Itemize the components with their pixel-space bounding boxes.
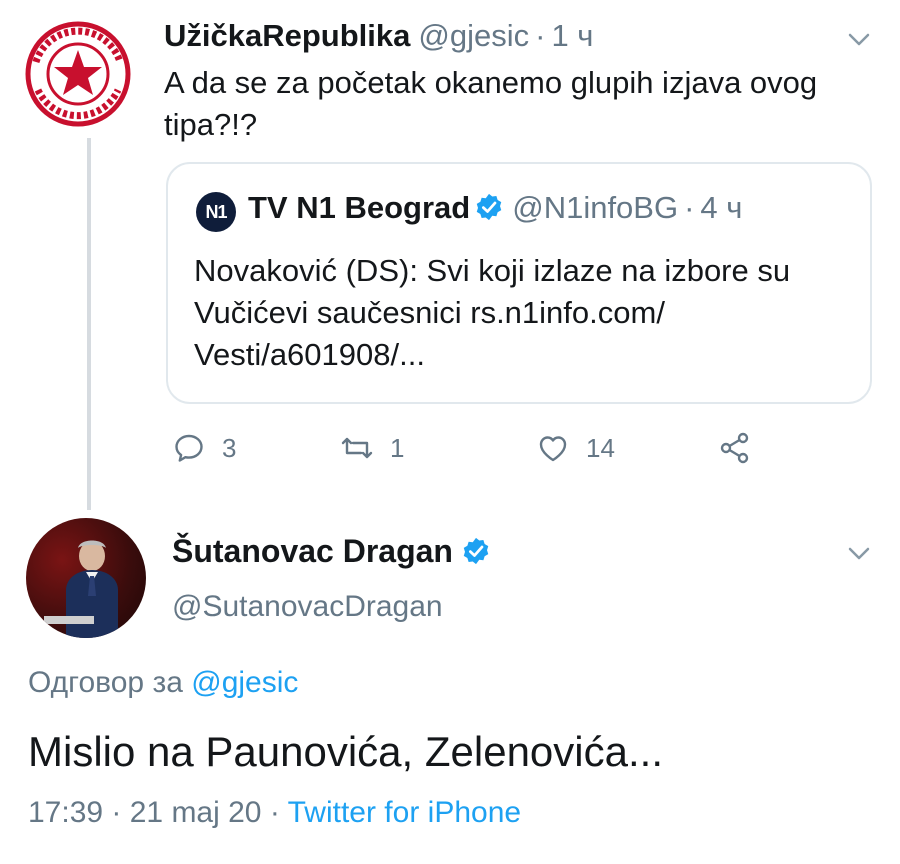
replying-to-line: Одговор за @gjesic bbox=[28, 666, 298, 700]
share-icon bbox=[720, 432, 749, 464]
tweet-time[interactable]: 1 ч bbox=[551, 18, 593, 53]
quoted-header: TV N1 Beograd @N1infoBG · 4 ч bbox=[248, 190, 742, 226]
profile-photo-icon bbox=[44, 540, 118, 638]
separator-dot: · bbox=[535, 18, 546, 53]
reply-count: 3 bbox=[222, 432, 237, 463]
verified-badge-icon bbox=[476, 193, 502, 221]
separator-dot: · bbox=[269, 796, 280, 829]
replying-to-label: Одговор за bbox=[28, 666, 183, 699]
quoted-tweet-text: Novaković (DS): Svi koji izlaze na izbor… bbox=[194, 253, 791, 372]
avatar-sutanovac-dragan[interactable] bbox=[26, 518, 146, 638]
author-name[interactable]: UžičkaRepublika bbox=[164, 18, 410, 53]
n1-logo: N1 bbox=[196, 192, 236, 232]
retweet-count: 1 bbox=[390, 432, 405, 463]
reply-tweet-text: Mislio na Paunovića, Zelenovića... bbox=[28, 728, 663, 775]
share-action[interactable] bbox=[716, 426, 754, 470]
verified-badge-icon bbox=[463, 537, 489, 565]
quoted-tweet-card[interactable]: N1 TV N1 Beograd @N1infoBG · 4 ч Novaković… bbox=[166, 162, 872, 404]
reply-icon bbox=[175, 434, 203, 462]
like-count: 14 bbox=[586, 432, 615, 463]
reply-action[interactable]: 3 bbox=[170, 426, 236, 470]
reply-author-header: Šutanovac Dragan bbox=[172, 533, 491, 570]
quoted-author-name: TV N1 Beograd bbox=[248, 190, 471, 225]
tweet-text: A da se za početak okanemo glupih izjava… bbox=[164, 65, 818, 142]
reply-author-name[interactable]: Šutanovac Dragan bbox=[172, 533, 453, 569]
retweet-icon bbox=[341, 437, 373, 459]
separator-dot: · bbox=[684, 190, 695, 225]
chevron-down-icon[interactable] bbox=[842, 22, 876, 56]
thread-connector-line bbox=[87, 138, 91, 510]
retweet-action[interactable]: 1 bbox=[338, 426, 404, 470]
tweet-source[interactable]: Twitter for iPhone bbox=[288, 796, 521, 829]
avatar-uzicka-republika[interactable] bbox=[22, 18, 134, 130]
quoted-time: 4 ч bbox=[700, 190, 743, 225]
tweet-meta: 17:39 · 21 maj 20 · Twitter for iPhone bbox=[28, 796, 521, 830]
quoted-author-handle: @N1infoBG bbox=[512, 190, 679, 225]
tweet-timestamp[interactable]: 17:39 · 21 maj 20 bbox=[28, 796, 261, 829]
chevron-down-icon[interactable] bbox=[842, 536, 876, 570]
author-handle[interactable]: @gjesic bbox=[418, 18, 529, 53]
tweet-header: UžičkaRepublika @gjesic · 1 ч bbox=[164, 18, 593, 54]
like-action[interactable]: 14 bbox=[534, 426, 615, 470]
heart-icon bbox=[539, 436, 567, 462]
reply-author-handle[interactable]: @SutanovacDragan bbox=[172, 590, 443, 624]
replying-to-mention[interactable]: @gjesic bbox=[191, 666, 298, 699]
red-star-stamp-icon bbox=[25, 21, 131, 127]
